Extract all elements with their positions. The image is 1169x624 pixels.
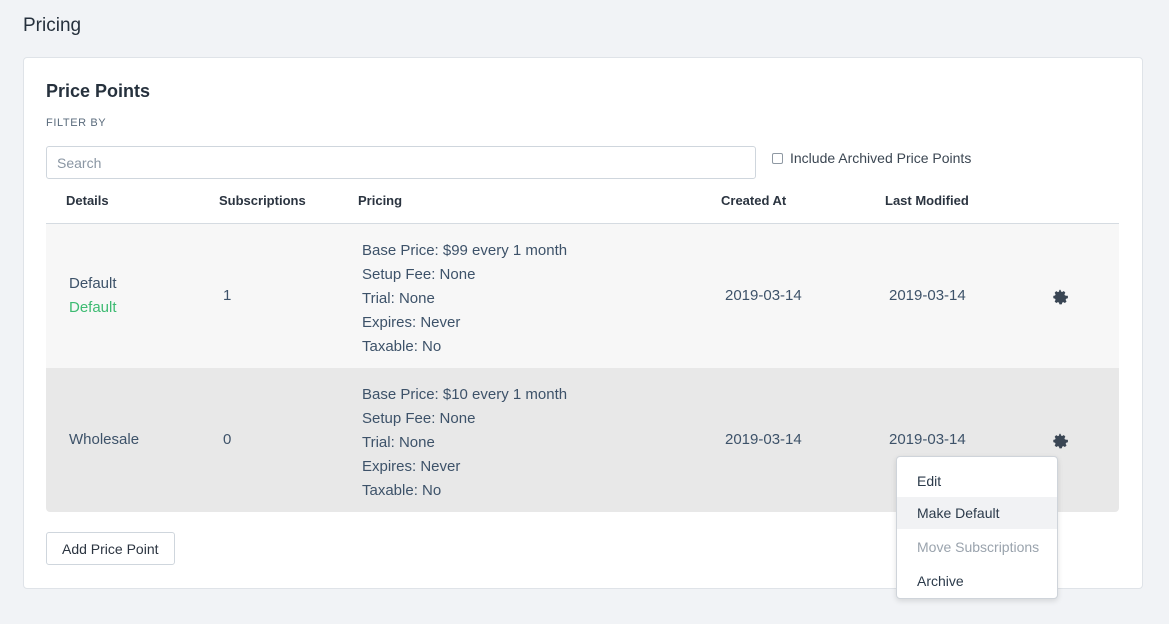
table-row: Default Default 1 Base Price: $99 every … bbox=[46, 224, 1119, 368]
include-archived-toggle[interactable]: Include Archived Price Points bbox=[772, 150, 971, 166]
pricing-trial: Trial: None bbox=[362, 434, 435, 451]
table-header: Details Subscriptions Pricing Created At… bbox=[46, 183, 1119, 224]
page-title: Pricing bbox=[23, 15, 82, 36]
price-point-name: Wholesale bbox=[69, 431, 140, 448]
filter-label: FILTER BY bbox=[46, 117, 107, 129]
price-point-name: Default bbox=[69, 275, 117, 292]
pricing-taxable: Taxable: No bbox=[362, 482, 442, 499]
pricing-trial: Trial: None bbox=[362, 290, 435, 307]
include-archived-checkbox[interactable] bbox=[772, 152, 783, 164]
search-input[interactable] bbox=[46, 146, 756, 179]
menu-item-archive[interactable]: Archive bbox=[897, 565, 1057, 597]
subscriptions-count: 0 bbox=[223, 431, 232, 448]
add-price-point-button[interactable]: Add Price Point bbox=[46, 532, 175, 565]
pricing-expires: Expires: Never bbox=[362, 314, 461, 331]
default-badge: Default bbox=[69, 299, 117, 316]
last-modified: 2019-03-14 bbox=[889, 287, 966, 304]
pricing-details: Base Price: $99 every 1 month Setup Fee:… bbox=[362, 239, 567, 359]
created-at: 2019-03-14 bbox=[725, 287, 802, 304]
pricing-taxable: Taxable: No bbox=[362, 338, 442, 355]
gear-icon[interactable] bbox=[1052, 289, 1068, 305]
header-subscriptions: Subscriptions bbox=[219, 193, 306, 208]
pricing-details: Base Price: $10 every 1 month Setup Fee:… bbox=[362, 383, 567, 503]
pricing-base-price: Base Price: $10 every 1 month bbox=[362, 386, 568, 403]
last-modified: 2019-03-14 bbox=[889, 431, 966, 448]
subscriptions-count: 1 bbox=[223, 287, 232, 304]
header-created-at: Created At bbox=[721, 193, 787, 208]
pricing-expires: Expires: Never bbox=[362, 458, 461, 475]
card-title: Price Points bbox=[46, 81, 151, 101]
gear-icon[interactable] bbox=[1052, 433, 1068, 449]
menu-item-move-subscriptions: Move Subscriptions bbox=[917, 539, 1040, 555]
header-last-modified: Last Modified bbox=[885, 193, 969, 208]
include-archived-label: Include Archived Price Points bbox=[790, 150, 972, 166]
header-details: Details bbox=[66, 193, 109, 208]
pricing-base-price: Base Price: $99 every 1 month bbox=[362, 242, 568, 259]
header-pricing: Pricing bbox=[358, 193, 403, 208]
row-actions-menu: Edit Make Default Move Subscriptions Arc… bbox=[896, 456, 1058, 599]
menu-item-make-default[interactable]: Make Default bbox=[897, 497, 1057, 529]
created-at: 2019-03-14 bbox=[725, 431, 802, 448]
menu-item-edit[interactable]: Edit bbox=[897, 465, 1057, 497]
pricing-setup-fee: Setup Fee: None bbox=[362, 266, 476, 283]
pricing-setup-fee: Setup Fee: None bbox=[362, 410, 476, 427]
